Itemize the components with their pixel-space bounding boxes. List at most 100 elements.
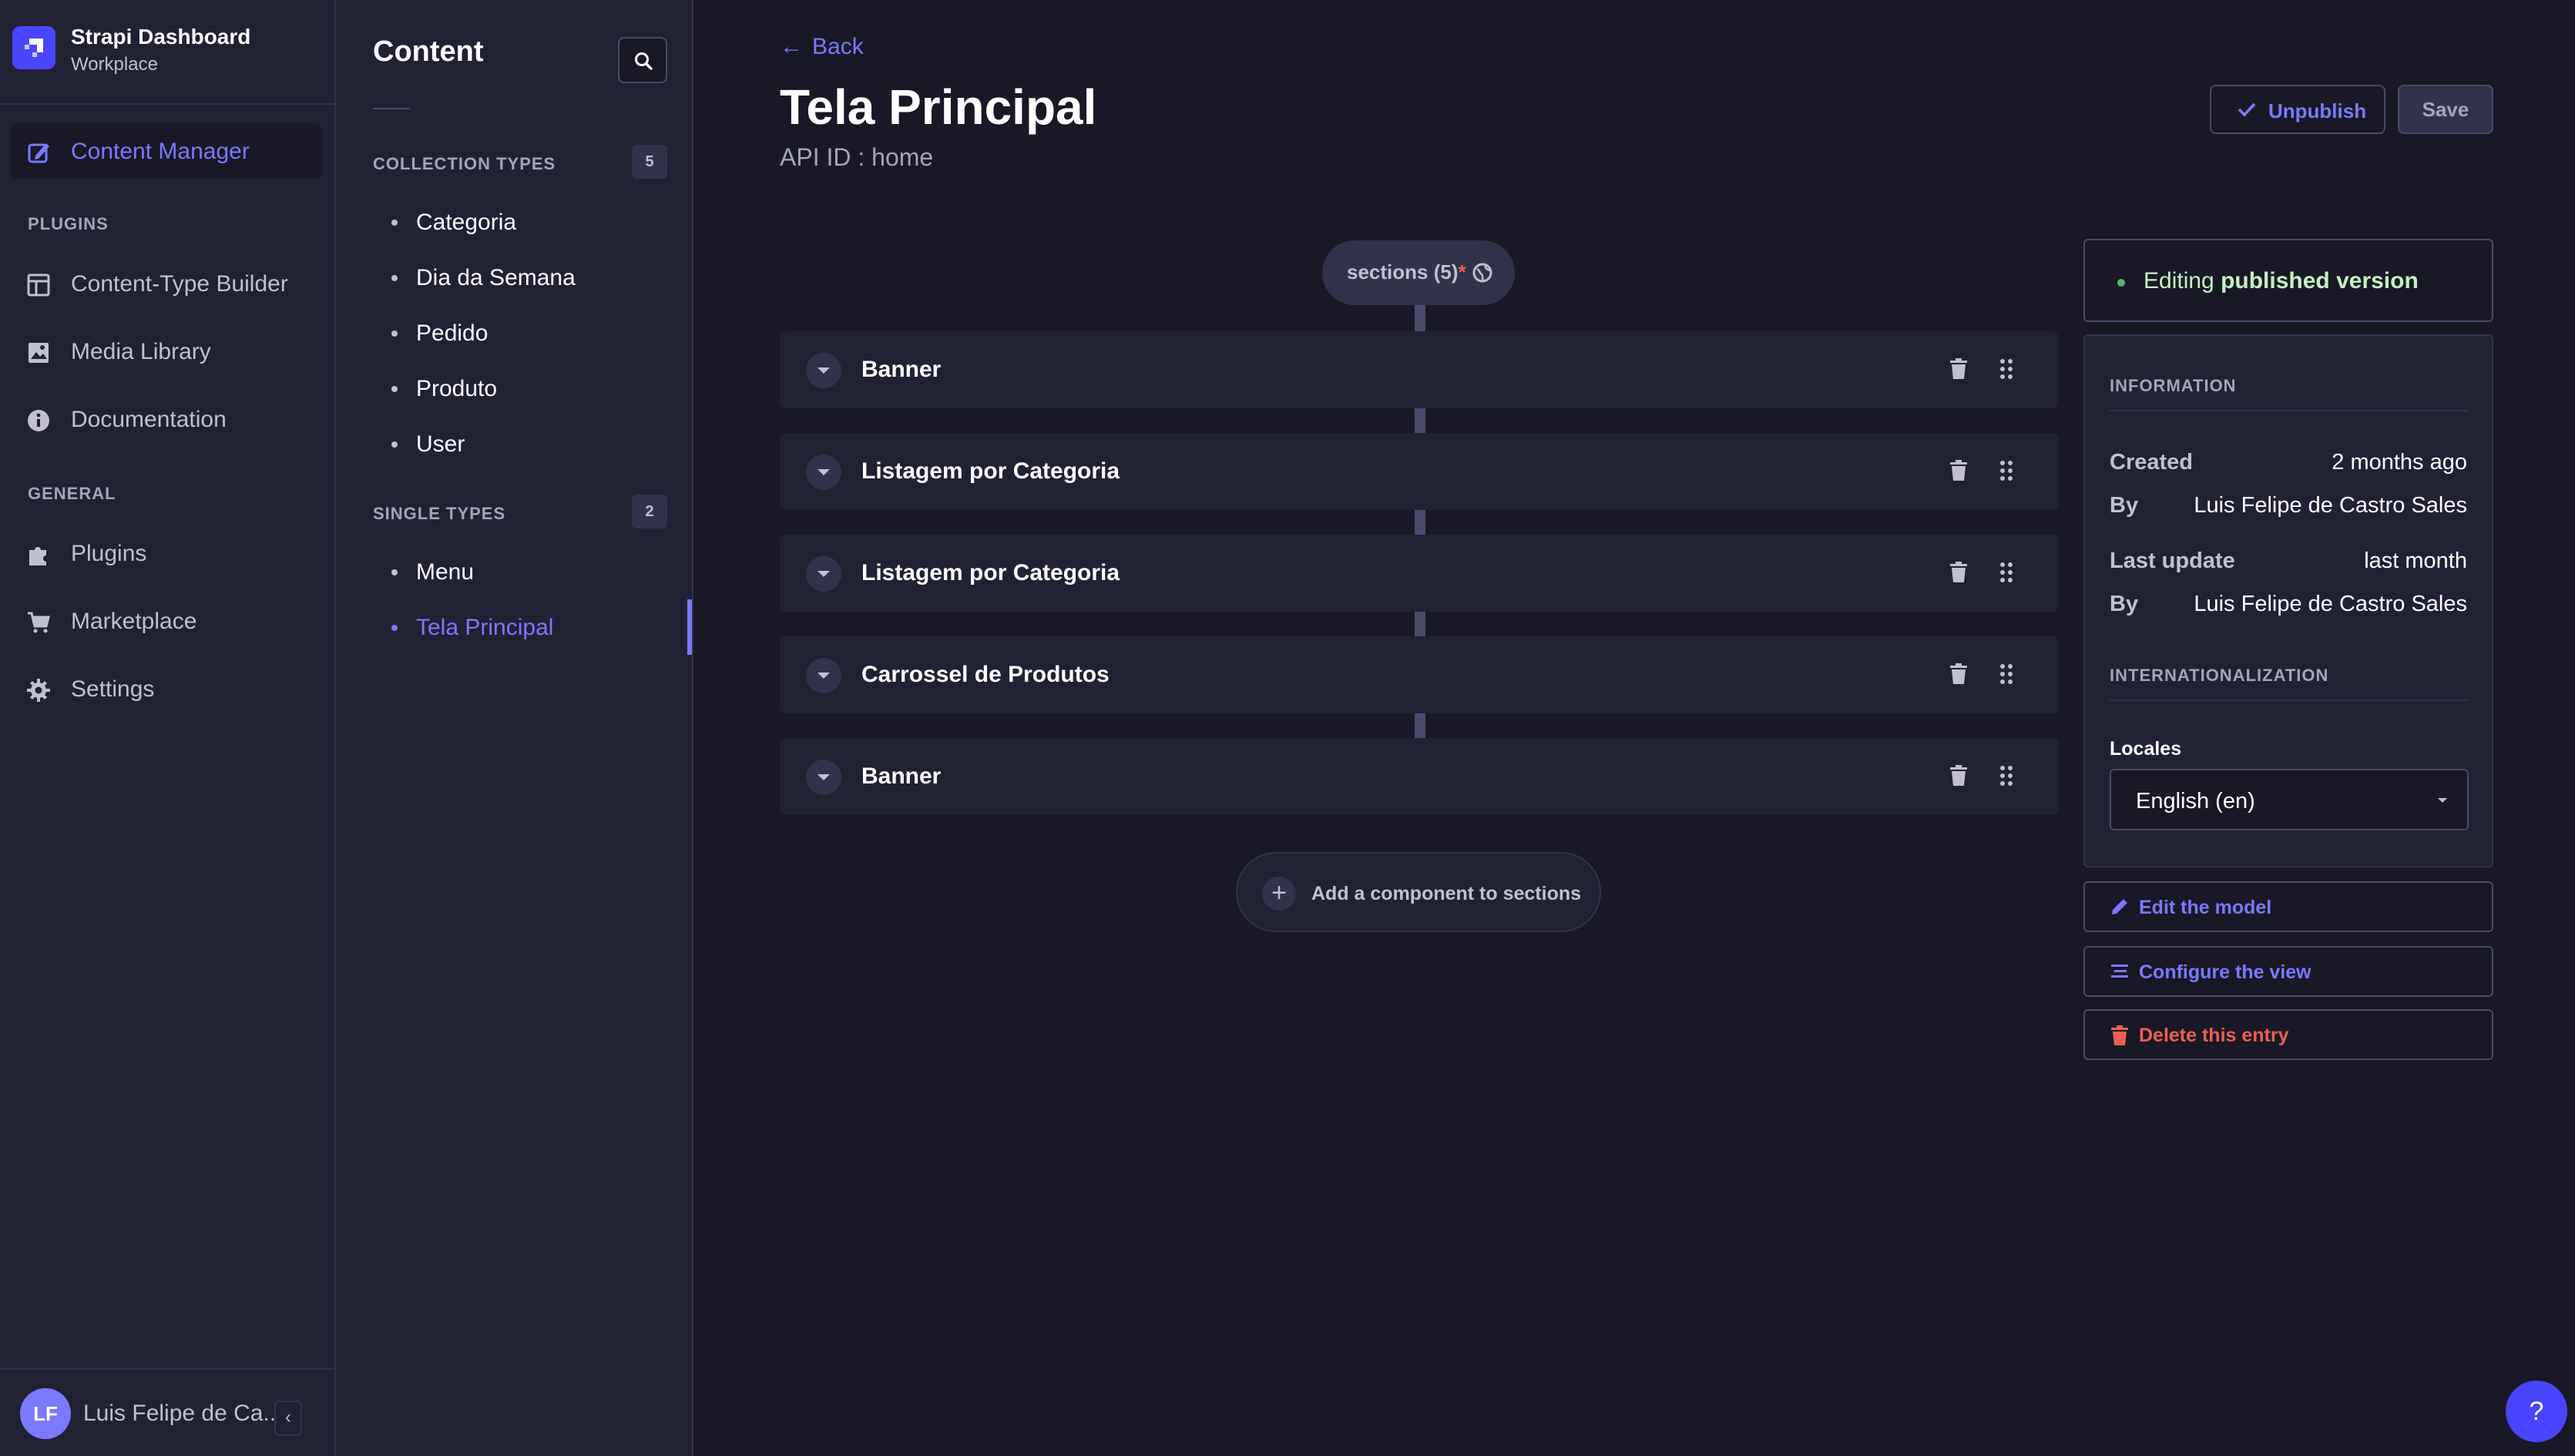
delete-entry-button[interactable]: Delete this entry — [2083, 1009, 2493, 1060]
unpublish-button[interactable]: Unpublish — [2210, 85, 2385, 134]
divider — [2110, 410, 2469, 411]
user-name[interactable]: Luis Felipe de Ca... — [83, 1401, 282, 1427]
drag-handle-icon[interactable] — [1999, 764, 2014, 787]
image-icon — [29, 343, 49, 363]
created-by-value: Luis Felipe de Castro Sales — [2194, 493, 2467, 518]
subnav-search-button[interactable] — [618, 37, 667, 83]
api-id: API ID : home — [780, 143, 934, 171]
nav-item-content-manager[interactable]: Content Manager — [0, 123, 334, 179]
unpublish-label: Unpublish — [2268, 99, 2367, 122]
expand-toggle-button[interactable] — [806, 353, 841, 388]
required-mark: * — [1458, 260, 1466, 283]
expand-toggle-button[interactable] — [806, 455, 841, 490]
user-bar: LF Luis Felipe de Ca... ‹ — [0, 1368, 334, 1456]
expand-toggle-button[interactable] — [806, 556, 841, 592]
trash-icon — [2111, 1025, 2128, 1045]
main-navigation: Strapi Dashboard Workplace Content Manag… — [0, 0, 336, 1456]
bullet-icon — [391, 220, 398, 226]
drag-handle-icon[interactable] — [1999, 459, 2014, 482]
updated-label: Last update — [2110, 549, 2235, 573]
configure-view-button[interactable]: Configure the view — [2083, 946, 2493, 997]
component-label: Listagem por Categoria — [861, 560, 1120, 585]
drag-handle-icon[interactable] — [1999, 663, 2014, 686]
nav-label-content-type-builder: Content-Type Builder — [71, 271, 288, 297]
locales-select[interactable]: English (en) — [2110, 769, 2469, 830]
subnav-item-pedido[interactable]: Pedido — [336, 310, 692, 356]
subnav-item-label: Tela Principal — [416, 615, 554, 640]
component-row[interactable]: Carrossel de Produtos — [780, 636, 2059, 713]
trash-icon[interactable] — [1948, 663, 1969, 686]
collapse-nav-button[interactable]: ‹ — [274, 1401, 302, 1436]
collection-types-heading: COLLECTION TYPES — [373, 154, 556, 173]
add-component-button[interactable]: + Add a component to sections — [1236, 852, 1601, 932]
i18n-heading: INTERNATIONALIZATION — [2110, 666, 2329, 685]
nav-label-documentation: Documentation — [71, 407, 227, 432]
configure-view-label: Configure the view — [2139, 961, 2311, 983]
brand-subtitle: Workplace — [71, 54, 158, 75]
updated-by-label: By — [2110, 592, 2139, 616]
divider — [2110, 699, 2469, 701]
subnav-item-produto[interactable]: Produto — [336, 365, 692, 411]
arrow-left-icon: ← — [780, 34, 803, 59]
back-link[interactable]: ← Back — [780, 34, 864, 60]
active-indicator — [687, 599, 692, 655]
component-row[interactable]: Banner — [780, 331, 2059, 408]
subnav-item-categoria[interactable]: Categoria — [336, 199, 692, 245]
zone-connector — [1415, 612, 1425, 636]
nav-item-settings[interactable]: Settings — [0, 661, 334, 716]
save-button[interactable]: Save — [2398, 85, 2493, 134]
trash-icon[interactable] — [1948, 459, 1969, 482]
subnav-item-user[interactable]: User — [336, 421, 692, 467]
edit-model-button[interactable]: Edit the model — [2083, 881, 2493, 932]
collection-types-count: 5 — [632, 145, 667, 179]
bullet-icon — [391, 569, 398, 575]
trash-icon[interactable] — [1948, 764, 1969, 787]
zone-connector — [1415, 713, 1425, 738]
subnav-item-tela-principal[interactable]: Tela Principal — [336, 604, 692, 650]
trash-icon[interactable] — [1948, 561, 1969, 584]
nav-label-settings: Settings — [71, 676, 155, 702]
nav-item-content-type-builder[interactable]: Content-Type Builder — [0, 256, 334, 311]
drag-handle-icon[interactable] — [1999, 561, 2014, 584]
puzzle-icon — [29, 547, 46, 565]
nav-item-documentation[interactable]: Documentation — [0, 391, 334, 447]
component-row[interactable]: Banner — [780, 738, 2059, 815]
expand-toggle-button[interactable] — [806, 760, 841, 795]
subnav-item-dia-da-semana[interactable]: Dia da Semana — [336, 254, 692, 300]
nav-label-content-manager: Content Manager — [71, 139, 250, 164]
status-text: Editing published version — [2144, 268, 2419, 294]
subnav-item-label: User — [416, 431, 465, 457]
avatar[interactable]: LF — [20, 1388, 71, 1439]
plus-icon: + — [1262, 877, 1296, 911]
subnav-title: Content — [373, 35, 484, 68]
chevron-left-icon: ‹ — [285, 1407, 291, 1427]
cart-icon — [28, 612, 50, 633]
zone-connector — [1415, 305, 1425, 331]
strapi-logo-icon — [12, 26, 55, 69]
component-row[interactable]: Listagem por Categoria — [780, 433, 2059, 510]
list-icon — [2111, 965, 2128, 978]
locale-selected-value: English (en) — [2136, 789, 2255, 814]
bullet-icon — [391, 330, 398, 337]
nav-item-marketplace[interactable]: Marketplace — [0, 593, 334, 649]
caret-down-icon — [817, 367, 830, 374]
created-value: 2 months ago — [2332, 450, 2467, 475]
nav-item-plugins[interactable]: Plugins — [0, 525, 334, 581]
pencil-icon — [28, 143, 49, 163]
component-label: Carrossel de Produtos — [861, 662, 1110, 687]
status-emphasis: published version — [2221, 268, 2419, 294]
subnav-item-menu[interactable]: Menu — [336, 549, 692, 595]
dynamic-zone-label: sections (5)* — [1322, 240, 1515, 305]
nav-label-plugins: Plugins — [71, 541, 147, 566]
subnav-item-label: Produto — [416, 376, 498, 401]
info-icon — [28, 410, 49, 431]
component-label: Listagem por Categoria — [861, 458, 1120, 484]
trash-icon[interactable] — [1948, 357, 1969, 381]
component-row[interactable]: Listagem por Categoria — [780, 535, 2059, 612]
created-label: Created — [2110, 450, 2193, 475]
nav-item-media-library[interactable]: Media Library — [0, 324, 334, 379]
drag-handle-icon[interactable] — [1999, 357, 2014, 381]
help-button[interactable]: ? — [2506, 1381, 2567, 1442]
search-icon — [635, 52, 653, 70]
expand-toggle-button[interactable] — [806, 658, 841, 693]
